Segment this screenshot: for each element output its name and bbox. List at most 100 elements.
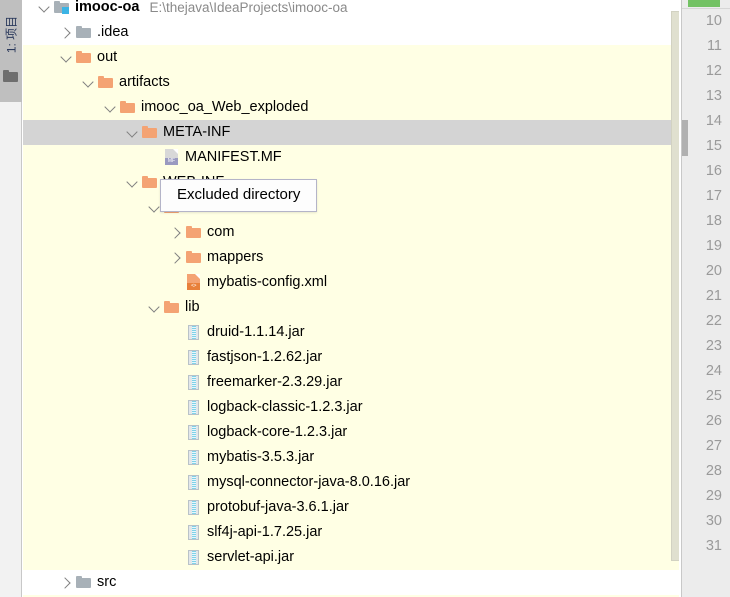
project-tree-panel[interactable]: imooc-oa E:\thejava\IdeaProjects\imooc-oa… xyxy=(23,0,681,597)
tree-row[interactable]: <> mybatis-config.xml xyxy=(23,270,681,295)
chevron-right-icon[interactable] xyxy=(59,570,75,595)
tooltip-text: Excluded directory xyxy=(177,186,301,203)
chevron-down-icon[interactable] xyxy=(147,295,163,320)
gutter-line-number: 26 xyxy=(705,413,722,429)
gutter-line-number: 15 xyxy=(705,138,722,154)
tree-no-arrow xyxy=(169,495,185,520)
chevron-down-icon[interactable] xyxy=(103,95,119,120)
tree-row[interactable]: fastjson-1.2.62.jar xyxy=(23,345,681,370)
tree-no-arrow xyxy=(147,145,163,170)
file-mf-icon: MF xyxy=(163,145,181,170)
gutter-line-number: 30 xyxy=(705,513,722,529)
gutter-line-number: 29 xyxy=(705,488,722,504)
tree-row[interactable]: logback-core-1.2.3.jar xyxy=(23,420,681,445)
tree-row[interactable]: druid-1.1.14.jar xyxy=(23,320,681,345)
tree-row[interactable]: classes xyxy=(23,195,681,220)
tree-row-label: slf4j-api-1.7.25.jar xyxy=(207,524,323,540)
tree-row-label: MANIFEST.MF xyxy=(185,149,282,165)
jar-icon xyxy=(185,420,203,445)
chevron-right-icon[interactable] xyxy=(59,20,75,45)
chevron-right-icon[interactable] xyxy=(169,245,185,270)
folder-orange-icon xyxy=(141,120,159,145)
tree-row[interactable]: protobuf-java-3.6.1.jar xyxy=(23,495,681,520)
inspection-status-widget[interactable] xyxy=(688,0,720,7)
gutter-line-number: 19 xyxy=(705,238,722,254)
tree-row[interactable]: WEB-INF xyxy=(23,170,681,195)
folder-orange-icon xyxy=(141,170,159,195)
tree-row-label: .idea xyxy=(97,24,129,40)
tree-row-label: mysql-connector-java-8.0.16.jar xyxy=(207,474,411,490)
tree-row-label: imooc_oa_Web_exploded xyxy=(141,99,309,115)
tree-row[interactable]: src xyxy=(23,570,681,595)
tree-row[interactable]: META-INF xyxy=(23,120,681,145)
gutter-line-number: 22 xyxy=(705,313,722,329)
tree-row[interactable]: com xyxy=(23,220,681,245)
tree-row-label: protobuf-java-3.6.1.jar xyxy=(207,499,349,515)
tree-no-arrow xyxy=(169,270,185,295)
chevron-down-icon[interactable] xyxy=(81,70,97,95)
folder-orange-icon xyxy=(75,45,93,70)
tree-row-label: mappers xyxy=(207,249,264,265)
tree-row-label: servlet-api.jar xyxy=(207,549,295,565)
folder-orange-icon xyxy=(185,245,203,270)
gutter-line-number: 21 xyxy=(705,288,722,304)
gutter-line-number: 24 xyxy=(705,363,722,379)
gutter-line-number: 13 xyxy=(705,88,722,104)
tree-row-label: imooc-oa xyxy=(75,0,140,15)
tree-row[interactable]: logback-classic-1.2.3.jar xyxy=(23,395,681,420)
tree-row[interactable]: imooc_oa_Web_exploded xyxy=(23,95,681,120)
tree-row-label: druid-1.1.14.jar xyxy=(207,324,305,340)
tree-row-label: src xyxy=(97,574,117,590)
gutter-line-number: 11 xyxy=(706,38,722,54)
tree-row[interactable]: mappers xyxy=(23,245,681,270)
chevron-down-icon[interactable] xyxy=(125,170,141,195)
jar-icon xyxy=(185,445,203,470)
tree-row-label: mybatis-3.5.3.jar xyxy=(207,449,315,465)
tree-row-label: com xyxy=(207,224,235,240)
gutter-line-number: 23 xyxy=(705,338,722,354)
gutter-line-number: 20 xyxy=(705,263,722,279)
tree-row[interactable]: out xyxy=(23,45,681,70)
jar-icon xyxy=(185,520,203,545)
tree-no-arrow xyxy=(169,470,185,495)
jar-icon xyxy=(185,470,203,495)
tree-row-label: out xyxy=(97,49,118,65)
chevron-down-icon[interactable] xyxy=(125,120,141,145)
tree-no-arrow xyxy=(169,320,185,345)
gutter-line-number: 12 xyxy=(705,63,722,79)
tree-row[interactable]: MF MANIFEST.MF xyxy=(23,145,681,170)
chevron-right-icon[interactable] xyxy=(169,220,185,245)
tree-no-arrow xyxy=(169,445,185,470)
tool-window-tab-label: 1: 项目 xyxy=(4,15,19,54)
tree-row-label: logback-core-1.2.3.jar xyxy=(207,424,348,440)
tool-window-tab-project[interactable]: 1: 项目 xyxy=(0,0,22,102)
module-folder-icon xyxy=(53,0,71,20)
chevron-down-icon[interactable] xyxy=(59,45,75,70)
tree-row[interactable]: lib xyxy=(23,295,681,320)
tree-row[interactable]: mysql-connector-java-8.0.16.jar xyxy=(23,470,681,495)
folder-orange-icon xyxy=(97,70,115,95)
chevron-down-icon[interactable] xyxy=(37,0,53,20)
tree-row[interactable]: .idea xyxy=(23,20,681,45)
folder-gray-icon xyxy=(75,570,93,595)
gutter-line-number: 17 xyxy=(705,188,722,204)
jar-icon xyxy=(185,370,203,395)
gutter-line-number: 31 xyxy=(705,538,722,554)
tree-row-label: lib xyxy=(185,299,200,315)
gutter-change-marker[interactable] xyxy=(682,120,688,156)
gutter-line-number: 27 xyxy=(705,438,722,454)
tree-row-label: logback-classic-1.2.3.jar xyxy=(207,399,363,415)
folder-orange-icon xyxy=(163,295,181,320)
jar-icon xyxy=(185,545,203,570)
project-folder-icon xyxy=(3,70,18,82)
tree-no-arrow xyxy=(169,520,185,545)
tree-row[interactable]: mybatis-3.5.3.jar xyxy=(23,445,681,470)
tree-row[interactable]: artifacts xyxy=(23,70,681,95)
tree-no-arrow xyxy=(169,420,185,445)
tree-row[interactable]: slf4j-api-1.7.25.jar xyxy=(23,520,681,545)
gutter-line-number: 14 xyxy=(705,113,722,129)
tree-row[interactable]: imooc-oa E:\thejava\IdeaProjects\imooc-oa xyxy=(23,0,681,20)
tree-row[interactable]: servlet-api.jar xyxy=(23,545,681,570)
tree-row[interactable]: freemarker-2.3.29.jar xyxy=(23,370,681,395)
tree-no-arrow xyxy=(169,545,185,570)
